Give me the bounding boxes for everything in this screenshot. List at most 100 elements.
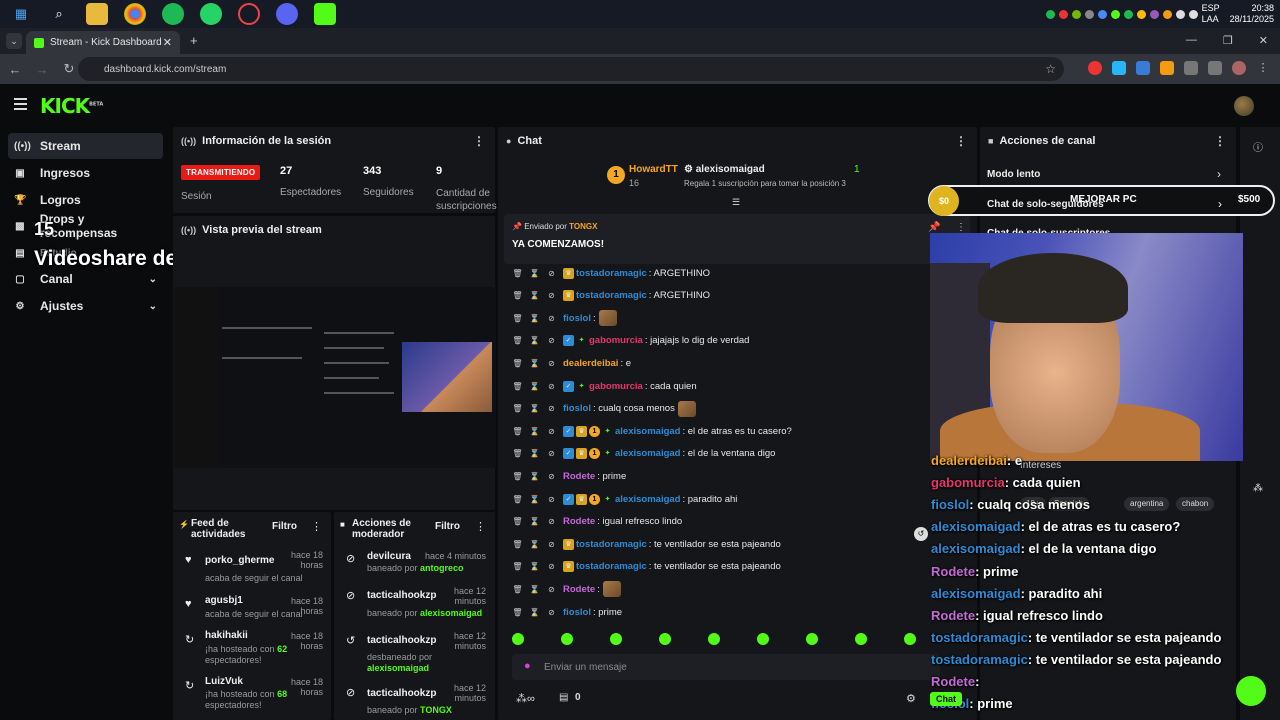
chat-message[interactable]: 🗑 ⌛ ⊘ fioslol: bbox=[512, 308, 942, 328]
tray-app-icon[interactable] bbox=[1123, 9, 1133, 19]
sidebar-item-ingresos[interactable]: ▣ Ingresos bbox=[8, 160, 163, 186]
system-clock[interactable]: 20:38 28/11/2025 bbox=[1230, 3, 1274, 25]
delete-icon[interactable]: 🗑 bbox=[512, 427, 523, 436]
tab-kick-dashboard[interactable]: Stream - Kick Dashboard ✕ bbox=[26, 31, 180, 54]
share-icon[interactable]: ⁂ bbox=[1253, 483, 1263, 494]
more-options-icon[interactable]: ⋮ bbox=[311, 520, 322, 533]
activity-user[interactable]: hakihakii bbox=[205, 630, 248, 641]
timeout-icon[interactable]: ⌛ bbox=[529, 472, 540, 481]
timeout-icon[interactable]: ⌛ bbox=[529, 517, 540, 526]
support-chat-button[interactable] bbox=[1236, 676, 1266, 706]
ban-icon[interactable]: ⊘ bbox=[546, 585, 557, 594]
chat-username[interactable]: dealerdeibai bbox=[563, 358, 618, 369]
close-window-icon[interactable]: ✕ bbox=[1259, 34, 1268, 47]
emote-icon[interactable] bbox=[659, 633, 671, 645]
activity-user[interactable]: porko_gherme bbox=[205, 555, 274, 566]
chat-message[interactable]: 🗑 ⌛ ⊘ ♛ tostadoramagic: te ventilador se est… bbox=[512, 557, 942, 577]
chat-username[interactable]: alexisomaigad bbox=[615, 494, 680, 505]
address-bar[interactable]: dashboard.kick.com/stream ☆ bbox=[78, 57, 1064, 81]
emote-icon[interactable] bbox=[904, 633, 916, 645]
chat-username[interactable]: Rodete bbox=[563, 516, 595, 527]
tray-spotify-icon[interactable] bbox=[1045, 9, 1055, 19]
extension-play-icon[interactable] bbox=[1160, 61, 1174, 75]
restore-icon[interactable]: ❐ bbox=[1223, 34, 1233, 47]
timeout-icon[interactable]: ⌛ bbox=[529, 336, 540, 345]
sidebar-item-logros[interactable]: 🏆 Logros bbox=[8, 187, 163, 213]
ban-icon[interactable]: ⊘ bbox=[546, 562, 557, 571]
delete-icon[interactable]: 🗑 bbox=[512, 472, 523, 481]
emote-icon[interactable] bbox=[708, 633, 720, 645]
tray-orange-icon[interactable] bbox=[1162, 9, 1172, 19]
chevron-right-icon[interactable]: › bbox=[1217, 167, 1221, 181]
activity-user[interactable]: LuizVuk bbox=[205, 676, 243, 687]
store-icon[interactable]: ▤ bbox=[559, 692, 568, 703]
chat-input[interactable]: ● Enviar un mensaje bbox=[512, 654, 940, 680]
more-options-icon[interactable]: ⋮ bbox=[473, 134, 485, 148]
timeout-icon[interactable]: ⌛ bbox=[529, 404, 540, 413]
emote-icon[interactable] bbox=[561, 633, 573, 645]
chat-username[interactable]: alexisomaigad bbox=[615, 448, 680, 459]
delete-icon[interactable]: 🗑 bbox=[512, 449, 523, 458]
extensions-puzzle-icon[interactable] bbox=[1184, 61, 1198, 75]
slow-mode-toggle[interactable]: Modo lento bbox=[987, 169, 1040, 180]
chat-message[interactable]: 🗑 ⌛ ⊘ ♛ tostadoramagic: te ventilador se est… bbox=[512, 534, 942, 554]
emote-icon[interactable] bbox=[512, 633, 524, 645]
chat-username[interactable]: tostadoramagic bbox=[576, 561, 647, 572]
ban-icon[interactable]: ⊘ bbox=[546, 427, 557, 436]
timeout-icon[interactable]: ⌛ bbox=[529, 540, 540, 549]
ban-icon[interactable]: ⊘ bbox=[546, 336, 557, 345]
mod-filter-button[interactable]: Filtro bbox=[435, 521, 460, 532]
hamburger-menu-icon[interactable] bbox=[14, 98, 27, 113]
ban-icon[interactable]: ⊘ bbox=[546, 495, 557, 504]
scroll-to-bottom-icon[interactable]: ↺ bbox=[914, 527, 928, 541]
sidebar-item-drops[interactable]: ▩ Drops y recompensas bbox=[8, 212, 163, 240]
more-options-icon[interactable]: ⋮ bbox=[1214, 134, 1226, 148]
stream-preview-video[interactable] bbox=[174, 287, 496, 468]
timeout-icon[interactable]: ⌛ bbox=[529, 585, 540, 594]
ban-icon[interactable]: ⊘ bbox=[546, 517, 557, 526]
tray-kick-icon[interactable] bbox=[1110, 9, 1120, 19]
bookmark-star-icon[interactable]: ☆ bbox=[1045, 62, 1056, 76]
timeout-icon[interactable]: ⌛ bbox=[529, 495, 540, 504]
chat-message[interactable]: 🗑 ⌛ ⊘ ✓ ♛ 1 ✦ alexisomaigad: el de la ventana d… bbox=[512, 444, 942, 464]
user-avatar[interactable] bbox=[1234, 96, 1254, 116]
file-explorer-icon[interactable] bbox=[86, 3, 108, 25]
tray-obs-icon[interactable] bbox=[1084, 9, 1094, 19]
chat-username[interactable]: tostadoramagic bbox=[576, 268, 647, 279]
chat-username[interactable]: Rodete bbox=[563, 584, 595, 595]
ban-icon[interactable]: ⊘ bbox=[546, 449, 557, 458]
ban-icon[interactable]: ⊘ bbox=[546, 382, 557, 391]
followers-only-toggle[interactable]: Chat de solo-seguidores bbox=[987, 199, 1104, 210]
chat-message[interactable]: 🗑 ⌛ ⊘ Rodete: prime bbox=[512, 466, 942, 486]
timeout-icon[interactable]: ⌛ bbox=[529, 562, 540, 571]
kick-app-icon[interactable] bbox=[314, 3, 336, 25]
chat-username[interactable]: alexisomaigad bbox=[615, 426, 680, 437]
mod-target-user[interactable]: tacticalhookzp bbox=[367, 590, 436, 601]
info-icon[interactable]: ⓘ bbox=[1253, 139, 1263, 154]
gift-leader[interactable]: ⚙ alexisomaigad bbox=[684, 164, 765, 175]
top-gifter-name[interactable]: HowardTT bbox=[629, 164, 678, 175]
timeout-icon[interactable]: ⌛ bbox=[529, 608, 540, 617]
expand-leaderboard-icon[interactable]: ☰ bbox=[732, 197, 740, 208]
back-icon[interactable]: ← bbox=[3, 62, 27, 77]
delete-icon[interactable]: 🗑 bbox=[512, 517, 523, 526]
chat-username[interactable]: tostadoramagic bbox=[576, 539, 647, 550]
chat-message[interactable]: 🗑 ⌛ ⊘ ♛ tostadoramagic: ARGETHINO bbox=[512, 263, 942, 283]
delete-icon[interactable]: 🗑 bbox=[512, 562, 523, 571]
chat-username[interactable]: fioslol bbox=[563, 313, 591, 324]
new-tab-icon[interactable]: + bbox=[190, 33, 198, 48]
timeout-icon[interactable]: ⌛ bbox=[529, 427, 540, 436]
extension-red-icon[interactable] bbox=[1088, 61, 1102, 75]
chat-username[interactable]: gabomurcia bbox=[589, 381, 643, 392]
chat-username[interactable]: gabomurcia bbox=[589, 335, 643, 346]
reading-list-icon[interactable] bbox=[1208, 61, 1222, 75]
spotify-icon[interactable] bbox=[162, 3, 184, 25]
profile-avatar-icon[interactable] bbox=[1232, 61, 1246, 75]
start-menu-icon[interactable]: ▦ bbox=[10, 3, 32, 25]
mod-by[interactable]: antogreco bbox=[420, 563, 464, 573]
ban-icon[interactable]: ⊘ bbox=[546, 472, 557, 481]
microphone-icon[interactable]: ● bbox=[524, 660, 531, 672]
tray-wifi-icon[interactable] bbox=[1175, 9, 1185, 19]
minimize-icon[interactable]: — bbox=[1186, 34, 1197, 47]
chrome-icon[interactable] bbox=[124, 3, 146, 25]
